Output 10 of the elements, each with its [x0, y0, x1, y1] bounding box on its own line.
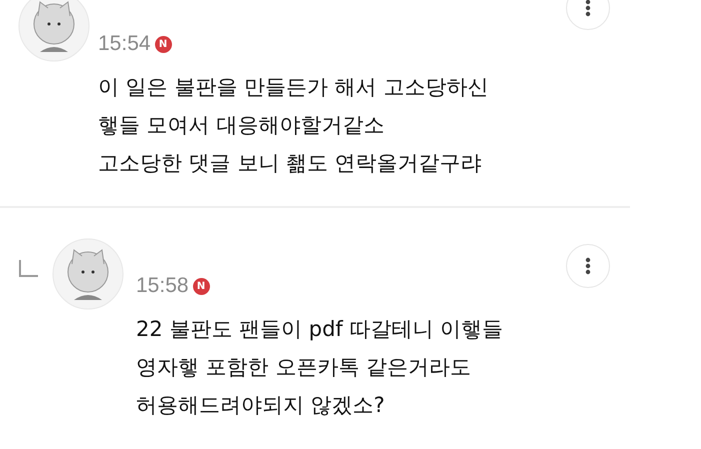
more-icon — [585, 257, 591, 275]
new-badge: N — [154, 36, 172, 52]
comment-time: 15:54 — [98, 32, 151, 56]
reply-corner-icon — [18, 258, 40, 280]
more-options-button[interactable] — [566, 244, 610, 288]
new-badge: N — [192, 278, 210, 294]
comment-time: 15:58 — [136, 274, 189, 298]
more-icon — [585, 0, 591, 17]
comment-text: 22 불판도 팬들이 pdf 따갈테니 이햏들 영자햏 포함한 오픈카톡 같은거라도 허용해드려야되지 않겠소? — [136, 316, 504, 419]
comment-text: 이 일은 불판을 만들든가 해서 고소당하신 햏들 모여서 대응해야할거같소 고소당한 댓글 보니 쵊도 연락올거같구랴 — [98, 74, 488, 177]
